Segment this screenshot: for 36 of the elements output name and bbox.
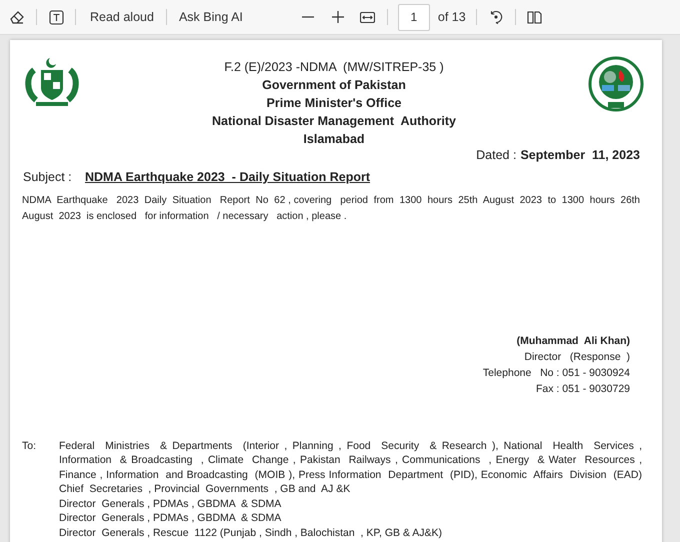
signature-line: Fax : 051 - 9030729	[536, 382, 630, 396]
emblem-logo	[24, 56, 80, 108]
ask-ai-button[interactable]: Ask Bing AI	[174, 8, 247, 26]
heading-line: Prime Minister's Office	[266, 95, 402, 112]
recipient-line: Director Generals , PDMAs , GBDMA & SDMA	[59, 496, 282, 511]
heading-line: Islamabad	[303, 131, 365, 148]
text-tool-button[interactable]	[47, 8, 65, 26]
subject: NDMA Earthquake 2023 - Daily Situation Report	[85, 168, 370, 186]
page-number-field[interactable]: 1	[398, 4, 430, 30]
to-label: To:	[22, 438, 38, 454]
subject-label: Subject :	[23, 168, 73, 186]
eraser-icon	[9, 9, 25, 25]
rotate-icon	[488, 10, 503, 24]
recipient-line: Information & Broadcasting , Climate Change , Pakistan Railways , Communications , Energy & Water Resources ,	[59, 453, 642, 468]
read-aloud-button[interactable]: Read aloud	[86, 8, 158, 26]
recipient-line: Federal Ministries & Departments (Interior , Planning , Food Security & Research ), National Health Services ,	[59, 438, 642, 453]
two-page-icon	[527, 10, 542, 24]
recipient-line: Director Generals , PDMAs , GBDMA & SDMA	[59, 511, 282, 526]
recipient-line: Finance , Information and Broadcasting (MOIB ), Press Information Department (PID), Economic Affairs Division (EAD)	[59, 468, 642, 482]
signatory-name: (Muhammad Ali Khan)	[516, 334, 630, 348]
recipient-line: Director Generals , Rescue 1122 (Punjab , Sindh , Balochistan , KP, GB & AJ&K)	[59, 526, 444, 540]
signature-line: Director (Response )	[524, 350, 630, 364]
date: September 11, 2023	[520, 147, 640, 164]
page-count: of 13	[438, 8, 466, 26]
body-paragraph: NDMA Earthquake 2023 Daily Situation Report No 62 , covering period from 1300 hours 25th August 2023 to 1300 hours 26th August 2023 is enclosed for information / necessary action , please .	[22, 194, 641, 224]
reference-number: F.2 (E)/2023 -NDMA (MW/SITREP-35 )	[224, 59, 444, 76]
ndma-logo	[588, 56, 644, 112]
plus-icon	[332, 11, 344, 23]
text-box-icon	[48, 10, 64, 24]
dated-label: Dated :	[476, 147, 516, 164]
recipient-line: Chief Secretaries , Provincial Governments , GB and AJ &K	[59, 482, 352, 496]
fit-width-icon	[360, 12, 376, 22]
heading-line: Government of Pakistan	[262, 77, 406, 94]
heading-line: National Disaster Management Authority	[212, 113, 456, 130]
signature-line: Telephone No : 051 - 9030924	[482, 366, 630, 380]
minus-icon	[302, 16, 314, 18]
